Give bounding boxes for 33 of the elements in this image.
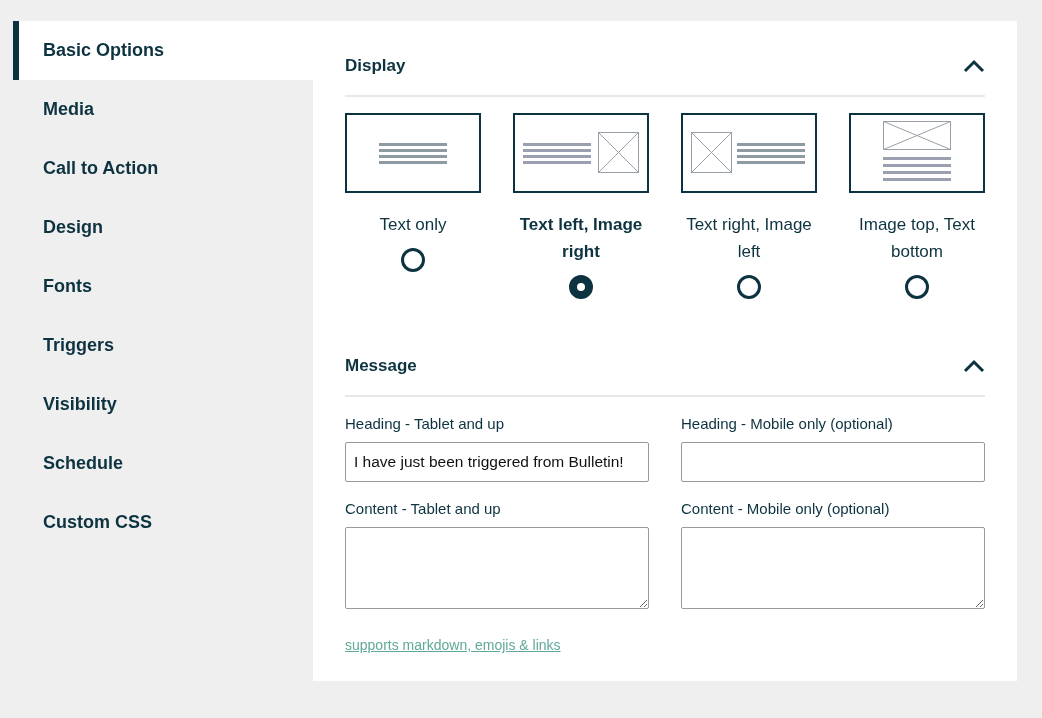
chevron-up-icon[interactable] [963,59,985,73]
radio-button[interactable] [569,275,593,299]
section-title: Message [345,356,417,376]
text-area[interactable] [345,527,649,609]
layout-thumbnail[interactable] [345,113,481,193]
input-field[interactable]: I have just been triggered from Bulletin! [345,442,649,482]
layout-thumbnail[interactable] [849,113,985,193]
sidebar-item[interactable]: Basic Options [13,21,313,80]
option-label: Image top, Text bottom [858,214,976,263]
text-area[interactable] [681,527,985,609]
input-field[interactable] [681,442,985,482]
radio-button[interactable] [737,275,761,299]
sidebar-item[interactable]: Schedule [13,434,313,493]
sidebar-item[interactable]: Fonts [13,257,313,316]
section-title: Display [345,56,406,76]
sidebar-item[interactable]: Call to Action [13,139,313,198]
option-label: Text left, Image right [518,214,644,263]
field-label: Heading - Tablet and up [345,415,505,432]
field-label: Content - Mobile only (optional) [681,500,891,517]
option-label: Text only [378,214,448,236]
radio-button[interactable] [401,248,425,272]
layout-thumbnail[interactable] [681,113,817,193]
field-label: Heading - Mobile only (optional) [681,415,894,432]
sidebar-item[interactable]: Visibility [13,375,313,434]
sidebar-item[interactable]: Custom CSS [13,493,313,552]
layout-thumbnail[interactable] [513,113,649,193]
sidebar-item[interactable]: Triggers [13,316,313,375]
field-label: Content - Tablet and up [345,500,502,517]
option-label: Text right, Image left [685,214,813,263]
sidebar-item[interactable]: Design [13,198,313,257]
chevron-up-icon[interactable] [963,359,985,373]
radio-button[interactable] [905,275,929,299]
sidebar-item[interactable]: Media [13,80,313,139]
